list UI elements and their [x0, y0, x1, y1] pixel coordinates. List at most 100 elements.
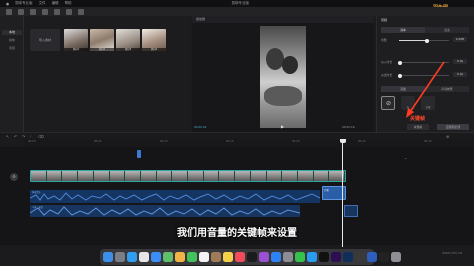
thumb-label: 素材3 — [116, 48, 140, 51]
word-icon[interactable] — [367, 252, 377, 262]
volume-fill — [399, 40, 427, 41]
video-frame — [46, 171, 63, 181]
menu-help[interactable]: 帮助 — [65, 1, 72, 6]
qq-icon[interactable] — [307, 252, 317, 262]
none-icon: ⊘ — [386, 100, 392, 107]
video-frame — [266, 171, 283, 181]
safari-icon[interactable] — [127, 252, 137, 262]
effects-icon[interactable] — [54, 8, 60, 15]
video-frame — [282, 171, 298, 181]
cover-icon[interactable]: ⚙ — [10, 173, 18, 181]
import-label: 导入素材 — [38, 38, 51, 42]
capcut-icon[interactable] — [319, 252, 329, 262]
keyframe-button[interactable]: 关键帧 — [407, 124, 429, 130]
maps-icon[interactable] — [163, 252, 173, 262]
nav-item-audio[interactable]: 音频 — [2, 46, 22, 51]
video-frame — [188, 171, 204, 181]
photos-icon[interactable] — [175, 252, 185, 262]
music-icon[interactable] — [235, 252, 245, 262]
settings-icon[interactable] — [283, 252, 293, 262]
media-icon[interactable] — [6, 8, 12, 15]
video-frame — [93, 171, 110, 181]
undo-icon[interactable]: ↶ — [14, 134, 17, 139]
notes-icon[interactable] — [223, 252, 233, 262]
video-frame — [172, 171, 189, 181]
ruler-mark: 00:10 — [160, 140, 168, 143]
appstore-icon[interactable] — [271, 252, 281, 262]
fade-out-label: 淡出时长 — [381, 73, 393, 77]
import-button[interactable]: 导入素材 — [30, 29, 60, 51]
ruler-mark: 00:20 — [292, 140, 300, 143]
fade-in-value[interactable]: 0.0s — [453, 59, 467, 64]
ruler-mark: 00:00 — [28, 140, 36, 143]
tab-speed[interactable]: 变速 — [425, 27, 469, 33]
ruler-mark: 00:15 — [226, 140, 234, 143]
ruler-mark: 00:25 — [358, 140, 366, 143]
filter-icon[interactable] — [78, 8, 84, 15]
trash-icon[interactable] — [391, 252, 401, 262]
end-clip-label: 片尾 — [324, 189, 329, 192]
photoshop-icon[interactable] — [343, 252, 353, 262]
select-icon[interactable]: ↖ — [6, 134, 9, 139]
mail-icon[interactable] — [151, 252, 161, 262]
audio-track-clip[interactable]: 背景音乐 — [30, 190, 320, 203]
player-title: 播放器 — [192, 16, 374, 23]
video-frame — [219, 171, 236, 181]
media-thumb[interactable]: 素材2 — [90, 29, 114, 51]
app-menu[interactable]: 剪映专业版 — [15, 1, 33, 6]
premiere-icon[interactable] — [331, 252, 341, 262]
video-frame — [31, 171, 47, 181]
voice-clip-small[interactable] — [344, 205, 358, 217]
collapse-icon[interactable]: ⌄ — [404, 155, 407, 160]
play-icon[interactable]: ▶ — [281, 122, 284, 132]
left-nav: 本地 媒体 音频 — [0, 16, 24, 132]
chrome-icon[interactable] — [139, 252, 149, 262]
video-track-clip[interactable] — [30, 170, 346, 182]
time-ruler[interactable]: 00:00 00:05 00:10 00:15 00:20 00:25 00:3… — [24, 139, 474, 147]
marker[interactable] — [137, 150, 141, 158]
window-title: 剪映专业版 — [231, 1, 250, 5]
video-preview[interactable] — [260, 26, 306, 128]
volume-slider[interactable] — [399, 38, 449, 43]
nav-item-local[interactable]: 本地 — [2, 30, 22, 35]
text-icon[interactable] — [30, 8, 36, 15]
media-thumb[interactable]: 素材1 — [64, 29, 88, 51]
effect-tile-none[interactable]: ⊘ — [381, 96, 395, 110]
timeline-toolbar: ↖ ↶ ↷ ⫶ ⌫ ⊕ — [0, 132, 474, 139]
apply-all-button[interactable]: 应用到全部 — [437, 124, 469, 130]
podcasts-icon[interactable] — [259, 252, 269, 262]
audio-icon[interactable] — [18, 8, 24, 15]
terminal-icon[interactable] — [379, 252, 389, 262]
facetime-icon[interactable] — [187, 252, 197, 262]
audio-waveform — [30, 192, 320, 201]
finalcut-icon[interactable] — [355, 252, 365, 262]
finder-icon[interactable] — [103, 252, 113, 262]
sticker-icon[interactable] — [42, 8, 48, 15]
player-controls: 00:00:02 ▶ 00:00:16 — [192, 122, 374, 132]
menu-edit[interactable]: 编辑 — [52, 1, 59, 6]
macos-dock — [100, 249, 401, 265]
calendar-icon[interactable] — [199, 252, 209, 262]
video-frame — [313, 171, 330, 181]
fade-out-value[interactable]: 0.0s — [453, 72, 467, 77]
launchpad-icon[interactable] — [115, 252, 125, 262]
nav-item-media[interactable]: 媒体 — [2, 38, 22, 43]
playhead-handle[interactable] — [339, 139, 346, 143]
annotation-label: 关键帧 — [410, 116, 426, 122]
volume-knob[interactable] — [424, 38, 429, 43]
contacts-icon[interactable] — [211, 252, 221, 262]
video-frame — [78, 171, 94, 181]
wechat-icon[interactable] — [295, 252, 305, 262]
voice-track-clip[interactable]: 人声 · 录音 — [30, 205, 300, 217]
apple-icon[interactable]: ● — [6, 2, 9, 6]
media-thumb[interactable]: 素材4 — [142, 29, 166, 51]
fade-in-label: 淡入时长 — [381, 60, 393, 64]
volume-value[interactable]: 0.0dB — [453, 37, 467, 42]
ruler-mark: 00:30 — [424, 140, 432, 143]
tab-basic[interactable]: 基本 — [381, 27, 425, 33]
video-frame — [109, 171, 126, 181]
transition-icon[interactable] — [66, 8, 72, 15]
tv-icon[interactable] — [247, 252, 257, 262]
menu-file[interactable]: 文件 — [39, 1, 46, 6]
media-thumb[interactable]: 素材3 — [116, 29, 140, 51]
